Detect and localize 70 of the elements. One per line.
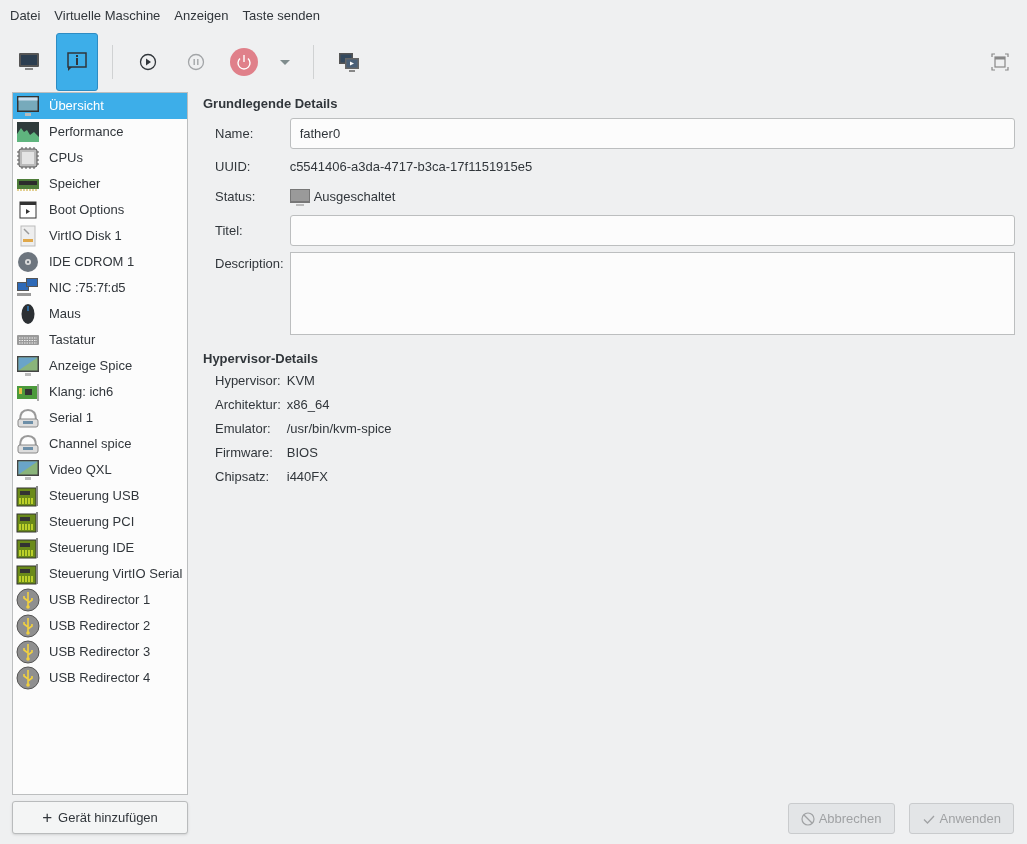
fullscreen-icon	[991, 53, 1009, 71]
menu-item[interactable]: Virtuelle Maschine	[48, 2, 167, 30]
monitor-icon	[16, 458, 40, 482]
section-heading: Grundlegende Details	[203, 95, 339, 114]
field-label: Chipsatz:	[215, 468, 271, 487]
monitor-icon	[16, 94, 40, 118]
section-heading: Hypervisor-Details	[203, 350, 319, 369]
chart-icon	[16, 120, 40, 144]
device-list-item[interactable]: Anzeige Spice	[13, 353, 187, 379]
usb-symbol-icon	[16, 614, 40, 638]
add-device-button[interactable]: + Gerät hinzufügen	[12, 801, 188, 834]
device-list-item[interactable]: Video QXL	[13, 457, 187, 483]
field-label: Description:	[215, 255, 284, 273]
text-field[interactable]	[289, 215, 1015, 246]
device-list-item[interactable]: Maus	[13, 301, 187, 327]
window-play-icon	[16, 198, 40, 222]
chip-icon	[16, 146, 40, 170]
device-list-item[interactable]: IDE CDROM 1	[13, 249, 187, 275]
status-value: Ausgeschaltet	[313, 188, 396, 207]
expansion-card-icon	[16, 484, 40, 508]
expansion-card-icon	[16, 536, 40, 560]
field-label: Firmware:	[215, 444, 274, 463]
device-list-item[interactable]: Serial 1	[13, 405, 187, 431]
field-label: Name:	[215, 124, 255, 143]
field-value: i440FX	[286, 468, 329, 487]
usb-symbol-icon	[16, 588, 40, 612]
device-list-item[interactable]: USB Redirector 1	[13, 587, 187, 613]
expansion-card-icon	[16, 562, 40, 586]
device-list-item[interactable]: NIC :75:7f:d5	[13, 275, 187, 301]
text-field[interactable]: father0	[289, 118, 1015, 149]
field-value: /usr/bin/kvm-spice	[286, 420, 393, 439]
details-button[interactable]	[56, 33, 98, 91]
cancel-icon	[800, 811, 815, 826]
menu-item[interactable]: Taste senden	[236, 2, 326, 30]
device-list-item[interactable]: Speicher	[13, 171, 187, 197]
field-value: BIOS	[286, 444, 319, 463]
usb-symbol-icon	[16, 640, 40, 664]
device-list-item[interactable]: Klang: ich6	[13, 379, 187, 405]
field-label: Hypervisor:	[215, 372, 281, 391]
device-list-item[interactable]: Steuerung PCI	[13, 509, 187, 535]
device-list-item[interactable]: Performance	[13, 119, 187, 145]
field-label: Status:	[215, 188, 257, 207]
monitor-icon	[16, 354, 40, 378]
field-label: Emulator:	[215, 420, 272, 439]
connector-icon	[16, 432, 40, 456]
device-list-item[interactable]: Boot Options	[13, 197, 187, 223]
device-list-item[interactable]: USB Redirector 3	[13, 639, 187, 665]
device-list-item[interactable]: Steuerung IDE	[13, 535, 187, 561]
field-label: Titel:	[215, 221, 244, 240]
device-list-item[interactable]: USB Redirector 2	[13, 613, 187, 639]
device-list-item[interactable]: Channel spice	[13, 431, 187, 457]
device-list-item[interactable]: Tastatur	[13, 327, 187, 353]
device-list-item[interactable]: USB Redirector 4	[13, 665, 187, 691]
field-value: x86_64	[286, 396, 331, 415]
monitor-icon	[289, 188, 310, 206]
expansion-card-icon	[16, 510, 40, 534]
text-area[interactable]	[289, 252, 1015, 335]
field-value: KVM	[286, 372, 316, 391]
device-list-item[interactable]: CPUs	[13, 145, 187, 171]
menu-item[interactable]: Datei	[4, 2, 47, 30]
usb-symbol-icon	[16, 666, 40, 690]
menu-item[interactable]: Anzeigen	[168, 2, 235, 30]
connector-icon	[16, 406, 40, 430]
device-list-item[interactable]: Steuerung VirtIO Serial	[13, 561, 187, 587]
field-value: c5541406-a3da-4717-b3ca-17f1151915e5	[289, 158, 534, 177]
field-label: Architektur:	[215, 396, 281, 415]
field-label: UUID:	[215, 158, 252, 177]
device-list-item[interactable]: Steuerung USB	[13, 483, 187, 509]
device-list-item[interactable]: VirtIO Disk 1	[13, 223, 187, 249]
disc-icon	[16, 250, 40, 274]
